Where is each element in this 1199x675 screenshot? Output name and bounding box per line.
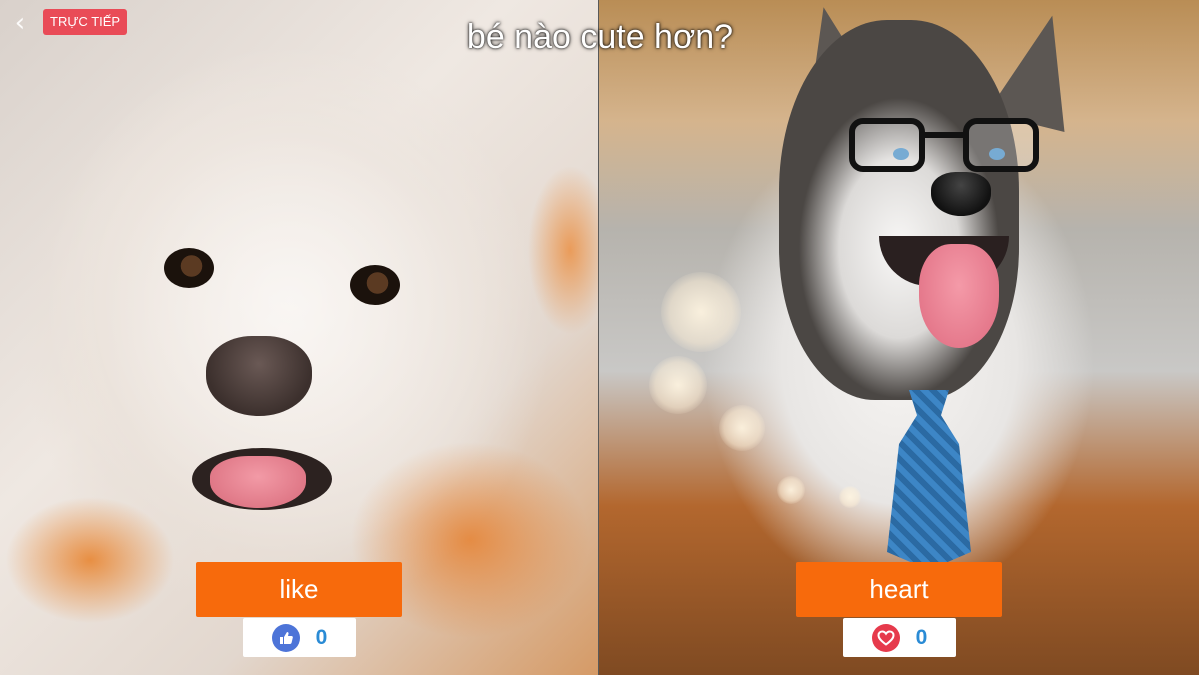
back-button[interactable]: ‹ bbox=[9, 10, 31, 36]
poll-question: bé nào cute hơn? bbox=[466, 18, 734, 56]
necktie bbox=[887, 390, 971, 570]
glasses-bridge bbox=[923, 132, 965, 138]
dog-right-eye bbox=[350, 265, 400, 305]
glasses-left-lens bbox=[849, 118, 925, 172]
heart-button[interactable]: heart bbox=[796, 562, 1002, 617]
heart-count: 0 bbox=[915, 625, 928, 649]
glasses-right-lens bbox=[963, 118, 1039, 172]
dog-tongue bbox=[210, 456, 306, 508]
dog-left-eye bbox=[164, 248, 214, 288]
bokeh-light bbox=[661, 272, 741, 352]
bokeh-light bbox=[777, 476, 805, 504]
poll-stage: ‹ TRỰC TIẾP bé nào cute hơn? like 0 hear… bbox=[0, 0, 1199, 675]
glasses bbox=[849, 118, 1039, 178]
like-count: 0 bbox=[315, 625, 328, 649]
dog-nose bbox=[206, 336, 312, 416]
bokeh-light bbox=[839, 486, 861, 508]
heart-icon bbox=[871, 623, 900, 652]
bokeh-light bbox=[649, 356, 707, 414]
like-counter: 0 bbox=[243, 618, 356, 657]
bokeh-light bbox=[719, 405, 765, 451]
husky-face bbox=[779, 20, 1019, 400]
live-badge: TRỰC TIẾP bbox=[43, 9, 128, 35]
husky-nose bbox=[931, 172, 991, 216]
husky-tongue bbox=[919, 244, 999, 348]
thumbs-up-icon bbox=[271, 623, 300, 652]
chevron-left-icon: ‹ bbox=[14, 8, 26, 38]
like-button[interactable]: like bbox=[196, 562, 402, 617]
heart-counter: 0 bbox=[843, 618, 956, 657]
